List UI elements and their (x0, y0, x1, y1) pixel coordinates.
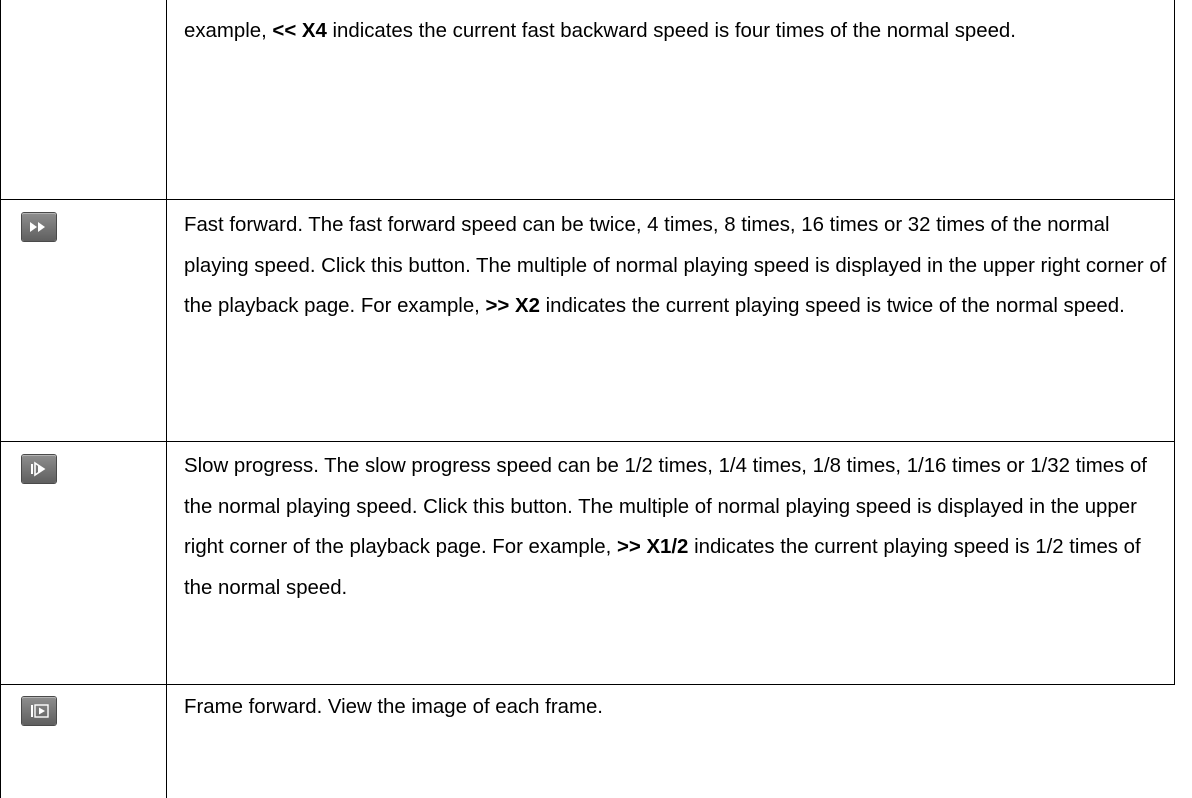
description-text: example, (184, 20, 273, 42)
slow-progress-icon (22, 455, 56, 483)
description-text: Frame forward. View the image of each fr… (184, 696, 603, 718)
row-description: example, << X4 indicates the current fas… (184, 11, 1174, 52)
fast-forward-icon (22, 213, 56, 241)
row-description: Fast forward. The fast forward speed can… (184, 205, 1174, 327)
speed-indicator-text: >> X1/2 (616, 536, 689, 558)
row-description: Slow progress. The slow progress speed c… (184, 446, 1174, 608)
table-row: example, << X4 indicates the current fas… (0, 0, 1175, 199)
table-row: Fast forward. The fast forward speed can… (0, 200, 1175, 441)
table-row: Slow progress. The slow progress speed c… (0, 442, 1175, 684)
frame-forward-icon (22, 697, 56, 725)
description-text: indicates the current fast backward spee… (326, 20, 1016, 42)
description-text: indicates the current playing speed is t… (539, 295, 1125, 317)
icon-cell (0, 200, 167, 441)
table-row: Frame forward. View the image of each fr… (0, 685, 1175, 798)
icon-cell (0, 685, 167, 798)
speed-indicator-text: << X4 (272, 20, 327, 42)
playback-controls-table: example, << X4 indicates the current fas… (0, 0, 1192, 798)
icon-cell-empty (0, 0, 167, 199)
row-description: Frame forward. View the image of each fr… (184, 687, 1174, 728)
icon-cell (0, 442, 167, 684)
speed-indicator-text: >> X2 (485, 295, 540, 317)
